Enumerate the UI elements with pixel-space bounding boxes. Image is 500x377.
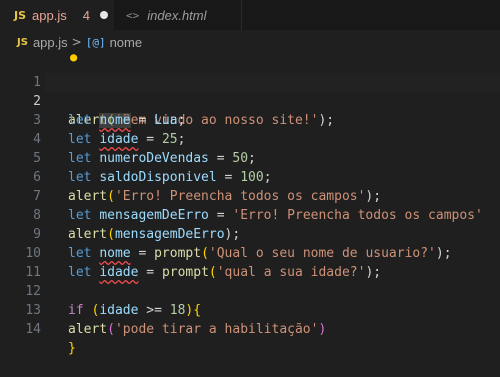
code-line[interactable]: 1 ● alert('Bem vindo ao nosso site!');: [0, 51, 500, 128]
javascript-file-icon: JS: [17, 36, 28, 48]
code-line[interactable]: 4 let numeroDeVendas = 50;: [0, 111, 500, 166]
tab-app-js[interactable]: JS app.js 4: [0, 0, 114, 30]
token: }: [68, 341, 76, 356]
code-line[interactable]: 3 let idade = 25;: [0, 92, 500, 147]
lightbulb-icon[interactable]: ●: [70, 51, 77, 63]
code-line[interactable]: 9 let nome = prompt('Qual o seu nome de …: [0, 206, 500, 261]
code-line[interactable]: 5 let saldoDisponivel = 100;: [0, 130, 500, 185]
breadcrumb-symbol[interactable]: nome: [110, 35, 143, 50]
code-line[interactable]: 13 alert('pode tirar a habilitação'): [0, 282, 500, 337]
code-line[interactable]: 10 let idade = prompt('qual a sua idade?…: [0, 225, 500, 280]
tab-label: index.html: [147, 7, 207, 23]
code-line[interactable]: 7 let mensagemDeErro = 'Erro! Preencha t…: [0, 168, 500, 223]
code-line[interactable]: 8 alert(mensagemDeErro);: [0, 187, 500, 242]
tab-label: app.js: [32, 7, 67, 23]
code-line[interactable]: 6 alert('Erro! Preencha todos os campos'…: [0, 149, 500, 204]
chevron-right-icon: >: [71, 35, 82, 49]
line-number: 14: [25, 322, 41, 337]
code-line[interactable]: 12 if (idade >= 18){: [0, 263, 500, 318]
token: alert: [68, 322, 108, 337]
javascript-file-icon: JS: [14, 8, 27, 22]
breadcrumb-file[interactable]: app.js: [33, 35, 68, 50]
html-file-icon: <>: [126, 8, 140, 22]
problem-count-badge: 4: [82, 7, 90, 23]
code-line[interactable]: 11: [0, 244, 500, 280]
token: 'pode tirar a habilitação': [114, 322, 319, 337]
token: (: [107, 322, 115, 337]
tab-index-html[interactable]: <> index.html: [114, 0, 242, 30]
code-editor[interactable]: 1 ● alert('Bem vindo ao nosso site!'); 2…: [0, 51, 500, 356]
variable-symbol-icon: [@]: [85, 35, 106, 49]
code-line[interactable]: 14 }: [0, 301, 500, 356]
token: ): [318, 322, 327, 337]
unsaved-dot-icon[interactable]: [99, 11, 108, 19]
code-line[interactable]: 2 let nome = Lua;: [0, 73, 500, 128]
editor-tab-bar: JS app.js 4 <> index.html: [0, 0, 500, 30]
